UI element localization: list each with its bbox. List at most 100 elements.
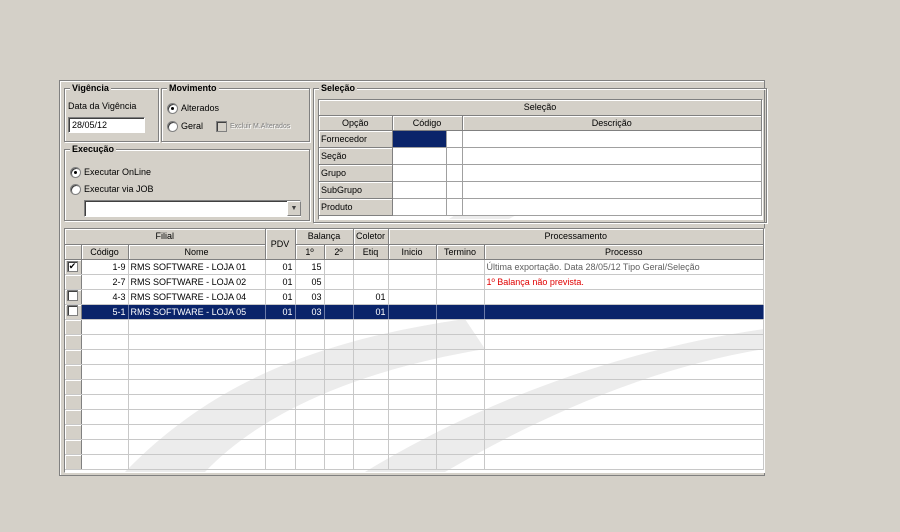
cell-balanca-1[interactable]: 15 — [295, 259, 325, 275]
spacer-cell[interactable] — [446, 198, 463, 216]
opcao-fornecedor[interactable]: Fornecedor — [319, 130, 393, 148]
cell-etiq[interactable]: 01 — [353, 289, 389, 305]
cell-inicio[interactable] — [388, 274, 437, 290]
cell-codigo[interactable]: 1-9 — [81, 259, 129, 275]
col-codigo[interactable]: Código — [392, 115, 463, 131]
cell-processo[interactable]: Última exportação. Data 28/05/12 Tipo Ge… — [484, 259, 764, 275]
col-inicio[interactable]: Inicio — [388, 244, 437, 260]
checkbox-excluir-label[interactable]: Excluir M.Alterados — [230, 121, 290, 133]
col-processo[interactable]: Processo — [484, 244, 764, 260]
col-etiq[interactable]: Etiq — [353, 244, 389, 260]
cell-termino[interactable] — [436, 289, 485, 305]
col-descricao[interactable]: Descrição — [462, 115, 762, 131]
opcao-secao[interactable]: Seção — [319, 147, 393, 165]
vigencia-date-input[interactable]: 28/05/12 — [68, 117, 145, 133]
col-codigo[interactable]: Código — [81, 244, 129, 260]
row-checkbox[interactable] — [65, 274, 82, 290]
cell-nome[interactable]: RMS SOFTWARE - LOJA 05 — [128, 304, 266, 320]
checkbox-icon[interactable] — [67, 290, 78, 301]
selecao-row[interactable]: Produto — [319, 198, 762, 216]
spacer-cell[interactable] — [446, 164, 463, 182]
selecao-row[interactable]: Seção — [319, 147, 762, 165]
opcao-subgrupo[interactable]: SubGrupo — [319, 181, 393, 199]
radio-alterados-label[interactable]: Alterados — [181, 102, 219, 114]
codigo-cell-active[interactable] — [392, 130, 447, 148]
cell-etiq[interactable] — [353, 259, 389, 275]
row-checkbox[interactable] — [65, 289, 82, 305]
cell-processo[interactable] — [484, 304, 764, 320]
radio-executar-online-label[interactable]: Executar OnLine — [84, 166, 151, 178]
table-row-selected[interactable]: 5-1 RMS SOFTWARE - LOJA 05 01 03 01 — [65, 304, 764, 320]
radio-executar-online[interactable] — [70, 167, 81, 178]
col-nome[interactable]: Nome — [128, 244, 266, 260]
cell-codigo[interactable]: 5-1 — [81, 304, 129, 320]
spacer-cell[interactable] — [446, 181, 463, 199]
cell-balanca-1[interactable]: 05 — [295, 274, 325, 290]
table-row[interactable]: 4-3 RMS SOFTWARE - LOJA 04 01 03 01 — [65, 289, 764, 305]
codigo-cell[interactable] — [392, 181, 447, 199]
cell-nome[interactable]: RMS SOFTWARE - LOJA 01 — [128, 259, 266, 275]
col-opcao[interactable]: Opção — [319, 115, 393, 131]
selecao-row[interactable]: Fornecedor — [319, 130, 762, 148]
descricao-cell[interactable] — [462, 164, 762, 182]
cell-codigo[interactable]: 4-3 — [81, 289, 129, 305]
empty-cell — [436, 424, 485, 440]
descricao-cell[interactable] — [462, 147, 762, 165]
cell-inicio[interactable] — [388, 259, 437, 275]
job-dropdown-button[interactable]: ▼ — [287, 201, 301, 216]
cell-nome[interactable]: RMS SOFTWARE - LOJA 04 — [128, 289, 266, 305]
col-balanca-2[interactable]: 2º — [324, 244, 354, 260]
cell-termino[interactable] — [436, 274, 485, 290]
codigo-cell[interactable] — [392, 147, 447, 165]
cell-codigo[interactable]: 2-7 — [81, 274, 129, 290]
job-select[interactable] — [84, 200, 301, 217]
col-termino[interactable]: Termino — [436, 244, 485, 260]
radio-alterados[interactable] — [167, 103, 178, 114]
cell-pdv[interactable]: 01 — [265, 274, 296, 290]
cell-pdv[interactable]: 01 — [265, 259, 296, 275]
cell-etiq[interactable] — [353, 274, 389, 290]
cell-balanca-2[interactable] — [324, 304, 354, 320]
row-checkbox[interactable] — [65, 304, 82, 320]
opcao-grupo[interactable]: Grupo — [319, 164, 393, 182]
checkbox-excluir-alterados[interactable] — [216, 121, 227, 132]
spacer-cell[interactable] — [446, 147, 463, 165]
checkbox-icon[interactable]: ✔ — [67, 261, 78, 272]
cell-balanca-1[interactable]: 03 — [295, 304, 325, 320]
cell-termino[interactable] — [436, 259, 485, 275]
radio-executar-job-label[interactable]: Executar via JOB — [84, 183, 154, 195]
cell-termino[interactable] — [436, 304, 485, 320]
cell-balanca-2[interactable] — [324, 274, 354, 290]
table-row[interactable]: ✔ 1-9 RMS SOFTWARE - LOJA 01 01 15 Últim… — [65, 259, 764, 275]
selecao-row[interactable]: SubGrupo — [319, 181, 762, 199]
cell-inicio[interactable] — [388, 289, 437, 305]
spacer-cell[interactable] — [446, 130, 463, 148]
radio-geral-label[interactable]: Geral — [181, 120, 203, 132]
descricao-cell[interactable] — [462, 181, 762, 199]
cell-processo[interactable]: 1º Balança não prevista. — [484, 274, 764, 290]
table-row[interactable]: 2-7 RMS SOFTWARE - LOJA 02 01 05 1º Bala… — [65, 274, 764, 290]
cell-balanca-2[interactable] — [324, 289, 354, 305]
radio-executar-job[interactable] — [70, 184, 81, 195]
row-checkbox[interactable]: ✔ — [65, 259, 82, 275]
descricao-cell[interactable] — [462, 198, 762, 216]
cell-pdv[interactable]: 01 — [265, 289, 296, 305]
empty-cell — [436, 319, 485, 335]
radio-geral[interactable] — [167, 121, 178, 132]
cell-balanca-2[interactable] — [324, 259, 354, 275]
col-balanca-1[interactable]: 1º — [295, 244, 325, 260]
checkbox-icon[interactable] — [67, 305, 78, 316]
empty-cell — [388, 349, 437, 365]
opcao-produto[interactable]: Produto — [319, 198, 393, 216]
cell-balanca-1[interactable]: 03 — [295, 289, 325, 305]
selecao-row[interactable]: Grupo — [319, 164, 762, 182]
cell-etiq[interactable]: 01 — [353, 304, 389, 320]
cell-processo[interactable] — [484, 289, 764, 305]
descricao-cell[interactable] — [462, 130, 762, 148]
cell-pdv[interactable]: 01 — [265, 304, 296, 320]
col-pdv[interactable]: PDV — [265, 229, 296, 260]
cell-nome[interactable]: RMS SOFTWARE - LOJA 02 — [128, 274, 266, 290]
codigo-cell[interactable] — [392, 164, 447, 182]
codigo-cell[interactable] — [392, 198, 447, 216]
cell-inicio[interactable] — [388, 304, 437, 320]
